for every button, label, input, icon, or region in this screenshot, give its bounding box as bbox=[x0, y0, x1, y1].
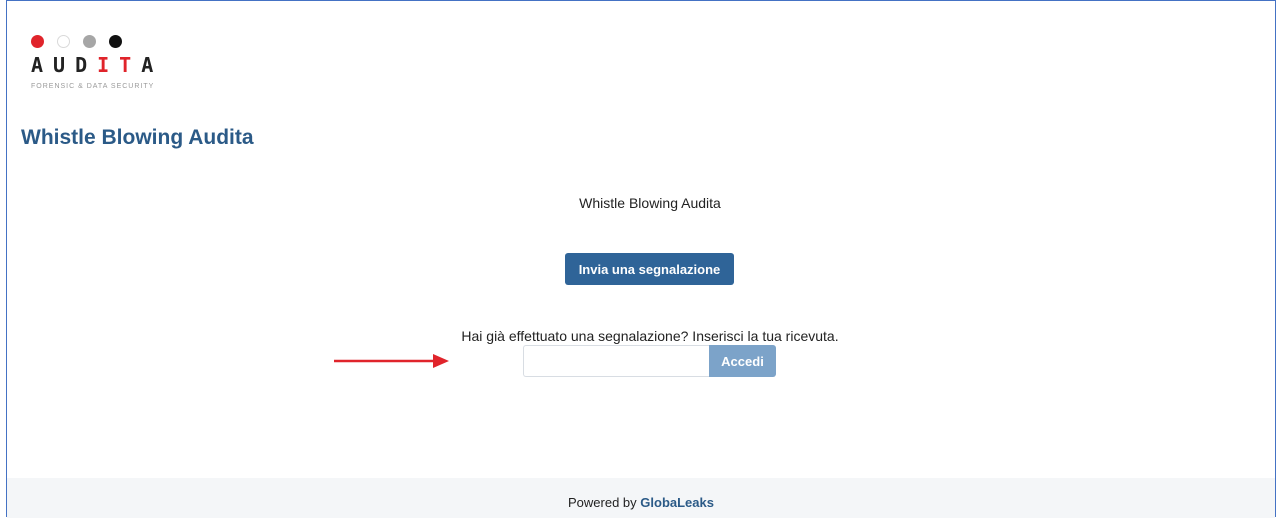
globaleaks-link[interactable]: GlobaLeaks bbox=[640, 495, 714, 510]
right-arrow-icon bbox=[334, 354, 449, 368]
logo-word-accent: IT bbox=[97, 53, 142, 77]
logo-dot-black bbox=[109, 35, 122, 48]
logo-dot-red bbox=[31, 35, 44, 48]
logo-tagline: FORENSIC & DATA SECURITY bbox=[31, 83, 155, 90]
logo-wordmark: AUDITA bbox=[31, 53, 163, 77]
logo-dot-white bbox=[57, 35, 70, 48]
footer: Powered by GlobaLeaks bbox=[7, 478, 1275, 518]
audita-logo: AUDITA FORENSIC & DATA SECURITY bbox=[31, 35, 211, 99]
submit-report-button[interactable]: Invia una segnalazione bbox=[565, 253, 734, 285]
receipt-prompt: Hai già effettuato una segnalazione? Ins… bbox=[461, 328, 839, 344]
logo-dot-grey bbox=[83, 35, 96, 48]
page-subtitle: Whistle Blowing Audita bbox=[579, 195, 721, 211]
login-button[interactable]: Accedi bbox=[709, 345, 776, 377]
footer-powered-by: Powered by bbox=[568, 495, 637, 510]
page-title: Whistle Blowing Audita bbox=[21, 126, 254, 149]
receipt-input[interactable] bbox=[523, 345, 709, 377]
logo-word-part-1: AUD bbox=[31, 53, 98, 77]
logo-word-part-2: A bbox=[141, 53, 164, 77]
